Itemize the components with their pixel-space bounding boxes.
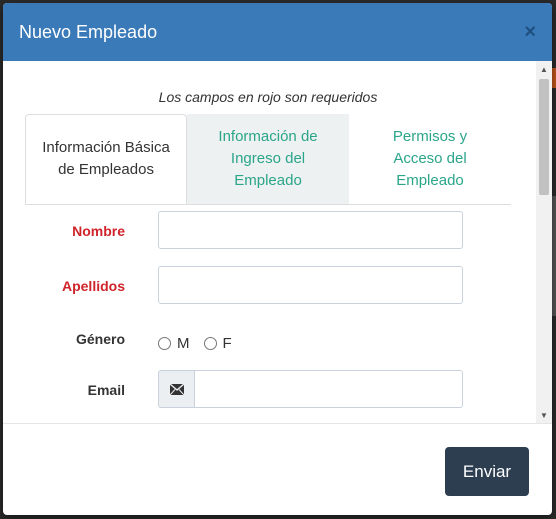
submit-button[interactable]: Enviar [445,447,529,496]
modal-title: Nuevo Empleado [19,21,158,42]
apellidos-row: Apellidos [3,266,533,306]
gender-option-label: M [177,334,190,352]
modal-scrollbar[interactable]: ▲ ▼ [536,61,552,423]
email-input[interactable] [194,370,463,408]
tab-entry-info[interactable]: Información de Ingreso del Empleado [187,114,350,204]
gender-option-label: F [222,334,232,352]
gender-radio-f[interactable] [203,336,217,350]
tab-label: Información Básica [42,139,170,156]
new-employee-modal: Nuevo Empleado × Los campos en rojo son … [3,3,552,515]
form-tabs: Información Básica de Empleados Informac… [25,114,511,205]
nombre-row: Nombre [3,211,533,251]
modal-header: Nuevo Empleado × [3,3,552,61]
tab-label: Ingreso del [230,150,306,167]
email-label: Email [87,382,125,398]
scroll-thumb[interactable] [539,79,549,195]
required-fields-note: Los campos en rojo son requeridos [158,89,378,105]
modal-footer: Enviar [3,424,552,515]
genero-row: Género M F [3,319,533,359]
nombre-label: Nombre [72,223,125,239]
genero-label: Género [75,331,125,347]
tab-label: Empleado [234,172,302,189]
email-row: Email [3,370,533,410]
nombre-input[interactable] [158,211,463,249]
tab-label: Acceso del [393,150,467,167]
apellidos-input[interactable] [158,266,463,304]
scroll-up-arrow-icon[interactable]: ▲ [536,61,552,77]
tab-label: de Empleados [58,161,154,178]
tab-label: Empleado [396,172,464,189]
scroll-down-arrow-icon[interactable]: ▼ [536,407,552,423]
apellidos-label: Apellidos [61,278,125,294]
form-container: Los campos en rojo son requeridos Inform… [3,61,533,423]
tab-permissions[interactable]: Permisos y Acceso del Empleado [349,114,511,204]
envelope-icon [158,370,195,408]
tab-label: Permisos y [392,128,468,145]
tab-label: Información de [218,128,318,145]
gender-radio-m[interactable] [158,336,171,350]
gender-radio-group: M F [158,323,246,363]
modal-body: Los campos en rojo son requeridos Inform… [3,61,552,424]
gender-option-f[interactable]: F [203,334,232,352]
close-button[interactable]: × [524,22,536,42]
backdrop-edge [552,196,556,316]
tab-basic-info[interactable]: Información Básica de Empleados [25,114,188,204]
gender-option-m[interactable]: M [158,335,190,352]
